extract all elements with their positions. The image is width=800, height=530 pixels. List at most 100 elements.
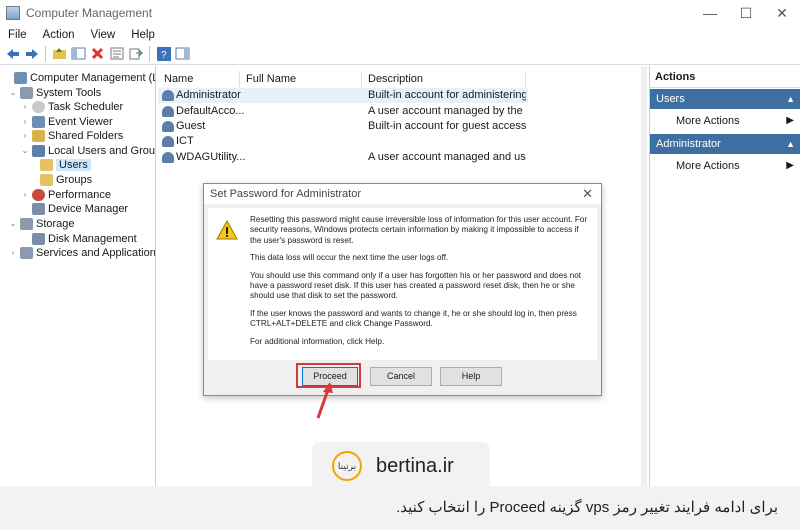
collapse-arrow-icon[interactable]: ⌄ [8, 88, 18, 97]
user-description: Built-in account for guest access t... [368, 120, 526, 132]
maximize-button[interactable]: ☐ [728, 0, 764, 26]
user-name: Administrator [176, 89, 241, 101]
table-row[interactable]: WDAGUtility... A user account managed an… [158, 150, 528, 165]
caption-text: برای ادامه فرایند تغییر رمز vps گزینه Pr… [0, 486, 800, 530]
device-manager-icon [32, 202, 45, 215]
warning-icon [216, 220, 238, 240]
tree-users[interactable]: Users [38, 157, 91, 172]
expand-arrow-icon[interactable]: › [20, 131, 30, 140]
tree-shared-folders[interactable]: › Shared Folders [20, 128, 123, 143]
help-icon[interactable]: ? [155, 45, 172, 62]
table-row[interactable]: Guest Built-in account for guest access … [158, 119, 528, 134]
warning-paragraph: If the user knows the password and wants… [250, 308, 577, 329]
section-label: Users [656, 93, 685, 105]
performance-icon [32, 188, 45, 201]
console-tree: Computer Management (Local) ⌄ System Too… [0, 66, 156, 488]
dialog-close-button[interactable]: ✕ [582, 184, 593, 204]
list-scrollbar[interactable] [641, 66, 647, 488]
tree-event-viewer[interactable]: › Event Viewer [20, 114, 113, 129]
warning-paragraph: You should use this command only if a us… [250, 270, 582, 301]
user-description: A user account managed by the sy... [368, 105, 526, 117]
window-title: Computer Management [26, 6, 153, 20]
tree-label: Disk Management [48, 232, 137, 245]
user-icon [162, 152, 174, 163]
toolbar-separator [45, 45, 46, 62]
export-list-icon[interactable] [127, 45, 144, 62]
delete-icon[interactable] [89, 45, 106, 62]
warning-paragraph: For additional information, click Help. [250, 336, 385, 346]
column-description[interactable]: Description [362, 71, 526, 87]
tree-label: Computer Management (Local) [30, 71, 155, 84]
minimize-button[interactable]: — [692, 0, 728, 26]
tree-services-applications[interactable]: › Services and Applications [8, 245, 156, 260]
tree-disk-management[interactable]: Disk Management [30, 231, 137, 246]
up-folder-icon[interactable] [51, 45, 68, 62]
tree-storage[interactable]: ⌄ Storage [8, 216, 75, 231]
table-row[interactable]: DefaultAcco... A user account managed by… [158, 104, 528, 119]
user-name: Guest [176, 120, 206, 132]
collapse-caret-icon[interactable]: ▲ [786, 134, 795, 154]
warning-paragraph: This data loss will occur the next time … [250, 253, 449, 263]
close-button[interactable]: ✕ [764, 0, 800, 26]
shared-folder-icon [32, 129, 45, 142]
menu-file[interactable]: File [0, 27, 35, 43]
tree-performance[interactable]: › Performance [20, 187, 111, 202]
menu-view[interactable]: View [83, 27, 124, 43]
more-actions-administrator[interactable]: More Actions ▶ [650, 154, 800, 178]
tree-label: System Tools [36, 86, 102, 99]
show-hide-tree-icon[interactable] [70, 45, 87, 62]
table-row[interactable]: ICT [158, 134, 528, 149]
expand-arrow-icon[interactable]: › [20, 117, 30, 126]
computer-icon [14, 71, 27, 84]
user-name: DefaultAcco... [176, 105, 245, 117]
svg-text:?: ? [161, 50, 167, 61]
menu-help[interactable]: Help [123, 27, 163, 43]
storage-icon [20, 217, 33, 230]
back-icon[interactable] [4, 45, 21, 62]
dialog-body: Resetting this password might cause irre… [208, 208, 597, 360]
column-name[interactable]: Name [158, 71, 240, 87]
forward-icon[interactable] [23, 45, 40, 62]
user-name: WDAGUtility... [176, 151, 246, 163]
tree-label: Event Viewer [48, 115, 113, 128]
tree-device-manager[interactable]: Device Manager [30, 201, 128, 216]
tree-label: Services and Applications [36, 246, 156, 259]
show-action-pane-icon[interactable] [174, 45, 191, 62]
table-row[interactable]: Administrator Built-in account for admin… [158, 88, 528, 103]
folder-icon [40, 158, 53, 171]
submenu-arrow-icon: ▶ [786, 160, 794, 171]
tree-computer-management[interactable]: Computer Management (Local) [2, 70, 155, 85]
actions-title: Actions [650, 66, 800, 88]
clock-icon [32, 100, 45, 113]
title-bar: Computer Management — ☐ ✕ [0, 0, 800, 26]
bertina-brand: bertina.ir [376, 454, 454, 477]
collapse-caret-icon[interactable]: ▲ [786, 89, 795, 109]
bertina-logo: برتینا [332, 451, 362, 481]
column-full-name[interactable]: Full Name [240, 71, 362, 87]
tree-system-tools[interactable]: ⌄ System Tools [8, 85, 101, 100]
submenu-arrow-icon: ▶ [786, 115, 794, 126]
tree-local-users-groups[interactable]: ⌄ Local Users and Groups [20, 143, 155, 158]
expand-arrow-icon[interactable]: › [20, 190, 30, 199]
actions-section-users[interactable]: Users ▲ [650, 89, 800, 109]
tools-icon [20, 86, 33, 99]
user-description: A user account managed and used... [368, 151, 526, 163]
properties-icon[interactable] [108, 45, 125, 62]
action-label: More Actions [676, 115, 740, 127]
help-button[interactable]: Help [440, 367, 502, 386]
dialog-title: Set Password for Administrator [210, 188, 362, 200]
expand-arrow-icon[interactable]: › [20, 102, 30, 111]
tree-task-scheduler[interactable]: › Task Scheduler [20, 99, 123, 114]
actions-section-administrator[interactable]: Administrator ▲ [650, 134, 800, 154]
menu-action[interactable]: Action [35, 27, 83, 43]
collapse-arrow-icon[interactable]: ⌄ [8, 219, 18, 228]
toolbar-separator [149, 45, 150, 62]
expand-arrow-icon[interactable]: › [8, 248, 18, 257]
more-actions-users[interactable]: More Actions ▶ [650, 109, 800, 133]
tree-label: Groups [56, 173, 93, 186]
cancel-button[interactable]: Cancel [370, 367, 432, 386]
user-icon [162, 136, 174, 147]
collapse-arrow-icon[interactable]: ⌄ [20, 146, 30, 155]
dialog-title-bar: Set Password for Administrator ✕ [204, 184, 601, 204]
tree-groups[interactable]: Groups [38, 172, 92, 187]
